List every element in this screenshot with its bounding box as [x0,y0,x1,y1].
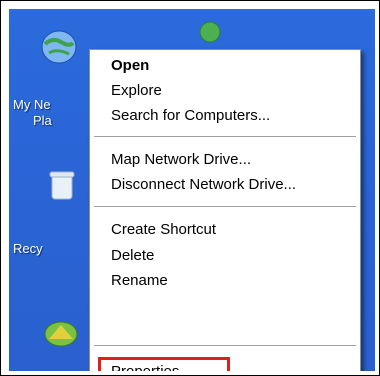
menu-item-map-network-drive[interactable]: Map Network Drive... [90,148,360,172]
network-places-label-line1: My Ne [13,97,51,112]
menu-item-open[interactable]: Open [90,54,360,78]
desktop[interactable]: My Ne Pla Recy Open Explore Search for C… [9,9,375,371]
menu-separator [94,136,356,137]
menu-item-map-network-drive-label: Map Network Drive... [111,151,252,168]
network-top-right-icon [199,21,221,43]
menu-item-open-label: Open [111,57,150,74]
network-places-label-line2: Pla [33,113,52,128]
context-menu: Open Explore Search for Computers... Map… [89,49,361,371]
menu-item-explore-label: Explore [111,82,162,99]
menu-item-delete-label: Delete [111,247,155,264]
recycle-bin-label: Recy [13,241,43,256]
menu-item-search-computers[interactable]: Search for Computers... [90,104,360,128]
menu-item-rename-label: Rename [111,272,168,289]
menu-item-create-shortcut-label: Create Shortcut [111,221,217,238]
menu-item-delete[interactable]: Delete [90,244,360,268]
recycle-bin-icon[interactable] [49,169,75,201]
menu-item-disconnect-network-drive-label: Disconnect Network Drive... [111,176,297,193]
menu-item-disconnect-network-drive[interactable]: Disconnect Network Drive... [90,173,360,197]
network-places-icon[interactable] [39,27,79,67]
menu-item-explore[interactable]: Explore [90,79,360,103]
desktop-shortcut-icon[interactable] [43,319,79,349]
menu-separator [94,206,356,207]
menu-item-create-shortcut[interactable]: Create Shortcut [90,218,360,242]
properties-highlight-box [98,357,230,371]
menu-item-search-computers-label: Search for Computers... [111,107,271,124]
screenshot-frame: My Ne Pla Recy Open Explore Search for C… [0,0,380,376]
menu-item-rename[interactable]: Rename [90,269,360,293]
menu-separator [94,345,356,346]
